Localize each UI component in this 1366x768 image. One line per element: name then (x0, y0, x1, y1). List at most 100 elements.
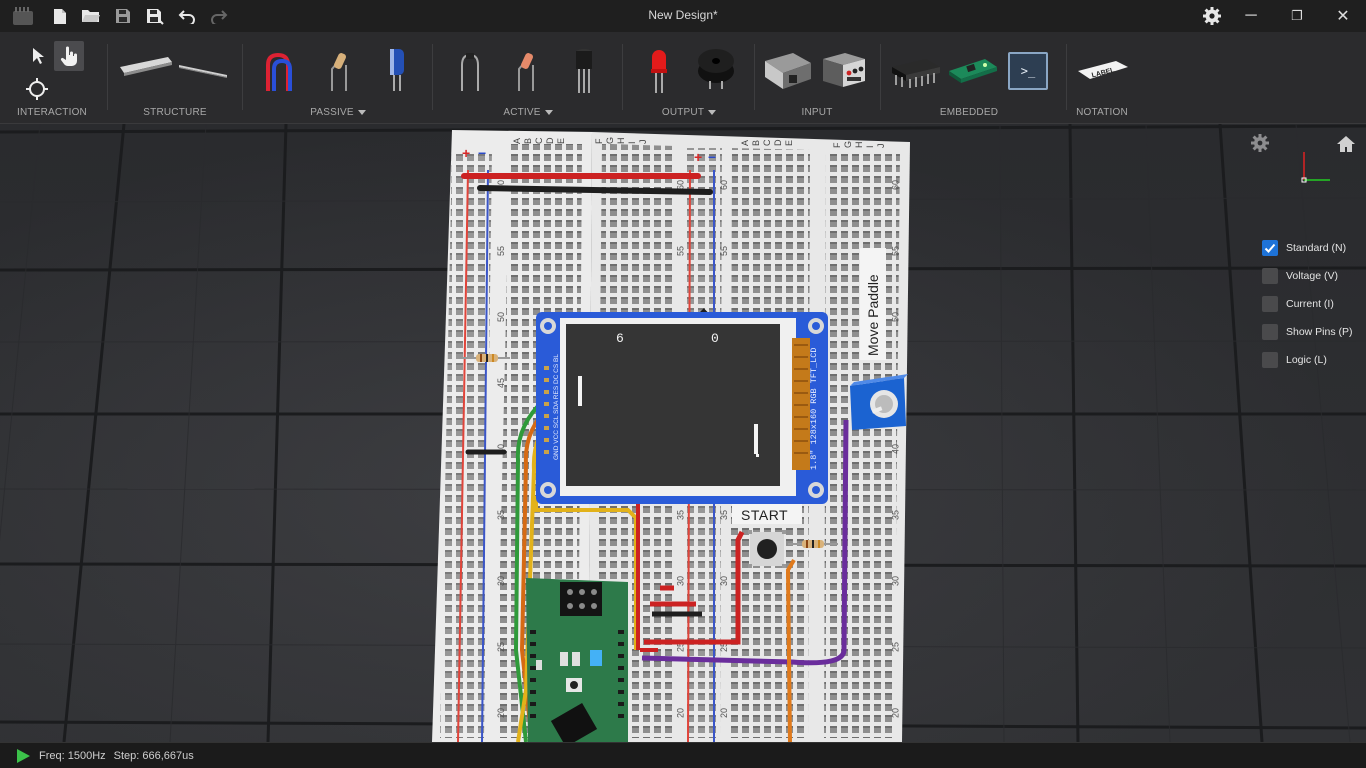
view-option-label: Show Pins (P) (1286, 326, 1353, 338)
group-label-passive[interactable]: PASSIVE (246, 107, 430, 118)
terminal-tool[interactable]: >_ (1008, 52, 1048, 90)
probe-tool-button[interactable] (24, 76, 50, 102)
group-label-active[interactable]: ACTIVE (436, 107, 620, 118)
score-left: 6 (616, 331, 624, 346)
minimize-button[interactable]: ─ (1228, 0, 1274, 32)
microcontroller-board[interactable] (526, 578, 628, 742)
redo-icon (211, 10, 228, 24)
resistor-tool[interactable] (324, 48, 354, 94)
undo-icon (178, 10, 195, 24)
undo-button[interactable] (175, 5, 199, 27)
gear-icon (1203, 7, 1221, 25)
row-number: 25 (891, 642, 901, 652)
row-number: 20 (719, 708, 729, 718)
lcd-pin-labels: GND VCC SCL SDA RES DC CS BL (553, 354, 560, 460)
capacitor-tool[interactable] (382, 46, 412, 94)
group-label-output[interactable]: OUTPUT (626, 107, 752, 118)
row-number: 30 (676, 576, 686, 586)
view-checkbox[interactable] (1262, 324, 1278, 340)
restore-button[interactable]: ❐ (1274, 0, 1320, 32)
wire-tool[interactable] (260, 48, 300, 94)
transistor-tool[interactable] (568, 46, 600, 96)
view-option[interactable]: Voltage (V) (1262, 262, 1362, 290)
save-icon (116, 9, 130, 23)
group-notation: LABEL NOTATION (1070, 32, 1134, 124)
start-pushbutton[interactable] (748, 530, 786, 568)
potentiometer[interactable] (850, 374, 908, 430)
group-label-interaction: INTERACTION (17, 107, 87, 118)
move-paddle-label: Move Paddle (865, 274, 881, 356)
score-right: 0 (711, 331, 719, 346)
new-file-icon (54, 8, 66, 24)
group-label-output-text: OUTPUT (661, 107, 705, 118)
lcd-screen (566, 324, 780, 486)
column-letter: J (876, 144, 886, 149)
diode-tool[interactable] (452, 48, 486, 94)
view-checkbox[interactable] (1262, 240, 1278, 256)
select-tool-button[interactable] (26, 43, 50, 69)
buzzer-icon (698, 49, 734, 89)
ic-chip-tool[interactable] (890, 54, 942, 90)
view-checkbox[interactable] (1262, 296, 1278, 312)
breadboard-scene[interactable]: + − + − ABCDEFGHIJABCDEFGHIJ 60 60 60 6055 5… (432, 130, 912, 742)
breadboard-tool[interactable] (118, 54, 174, 82)
led-tool[interactable] (646, 46, 672, 96)
jumper-wire-icon (266, 52, 292, 91)
group-label-input: INPUT (801, 107, 833, 118)
tft-lcd-module[interactable]: 6 0 1.8" 128x160 RGB TFT_LCD GND VCC SCL… (536, 312, 828, 504)
row-number: 35 (891, 510, 901, 520)
save-button[interactable] (111, 5, 135, 27)
chevron-down-icon (357, 109, 366, 115)
start-label: START (741, 507, 788, 523)
diode-glass-icon (518, 53, 534, 91)
orientation-axis-gizmo (1301, 152, 1330, 183)
group-label-passive-text: PASSIVE (310, 107, 354, 118)
close-button[interactable]: ✕ (1320, 0, 1366, 32)
component-toolbar: INTERACTION STRUCTURE PASSIVE ACTIVE OUT… (0, 32, 1366, 124)
redo-button[interactable] (207, 5, 231, 27)
label-tool[interactable]: LABEL (1076, 58, 1130, 86)
row-number: 35 (496, 510, 506, 520)
capacitor-icon (390, 49, 404, 91)
new-file-button[interactable] (48, 5, 72, 27)
view-option[interactable]: Logic (L) (1262, 346, 1362, 374)
buzzer-tool[interactable] (694, 46, 738, 92)
view-settings-gear-icon[interactable] (1250, 133, 1270, 153)
view-mode-panel: Standard (N) Voltage (V) Current (I) Show P… (1262, 234, 1362, 374)
home-view-icon[interactable] (1336, 134, 1356, 154)
column-letter: B (751, 140, 761, 146)
column-letter: C (762, 139, 772, 146)
led-resistor-tool[interactable] (510, 48, 542, 94)
led-icon (651, 50, 667, 93)
microcontroller-tool[interactable] (946, 54, 1000, 90)
play-simulation-icon[interactable] (16, 748, 30, 763)
function-generator-tool[interactable] (818, 50, 870, 92)
save-as-button[interactable] (143, 5, 167, 27)
group-label-active-text: ACTIVE (503, 107, 541, 118)
column-letter: D (773, 139, 783, 146)
view-checkbox[interactable] (1262, 352, 1278, 368)
view-option[interactable]: Show Pins (P) (1262, 318, 1362, 346)
view-option-label: Voltage (V) (1286, 270, 1338, 282)
power-supply-tool[interactable] (762, 48, 814, 92)
hand-tool-button[interactable] (54, 41, 84, 71)
row-number: 35 (676, 510, 686, 520)
wire-black[interactable] (477, 185, 713, 195)
app-logo-icon (13, 7, 33, 25)
rail-strip-icon (179, 65, 227, 78)
view-option[interactable]: Current (I) (1262, 290, 1362, 318)
row-number: 50 (496, 312, 506, 322)
breadboard-half-tool[interactable] (176, 58, 230, 80)
frequency-readout: Freq: 1500Hz (39, 749, 106, 762)
title-bar: New Design* ─ ❐ ✕ (0, 0, 1366, 32)
open-file-button[interactable] (79, 5, 103, 27)
arduino-board-icon (949, 59, 997, 83)
column-letter: D (545, 137, 555, 144)
view-option[interactable]: Standard (N) (1262, 234, 1362, 262)
window-title: New Design* (648, 8, 718, 22)
settings-button[interactable] (1200, 5, 1224, 27)
row-number: 55 (891, 246, 901, 256)
row-number: 60 (891, 180, 901, 190)
view-checkbox[interactable] (1262, 268, 1278, 284)
design-canvas[interactable]: + − + − ABCDEFGHIJABCDEFGHIJ 60 60 60 60 55 5… (0, 124, 1366, 742)
